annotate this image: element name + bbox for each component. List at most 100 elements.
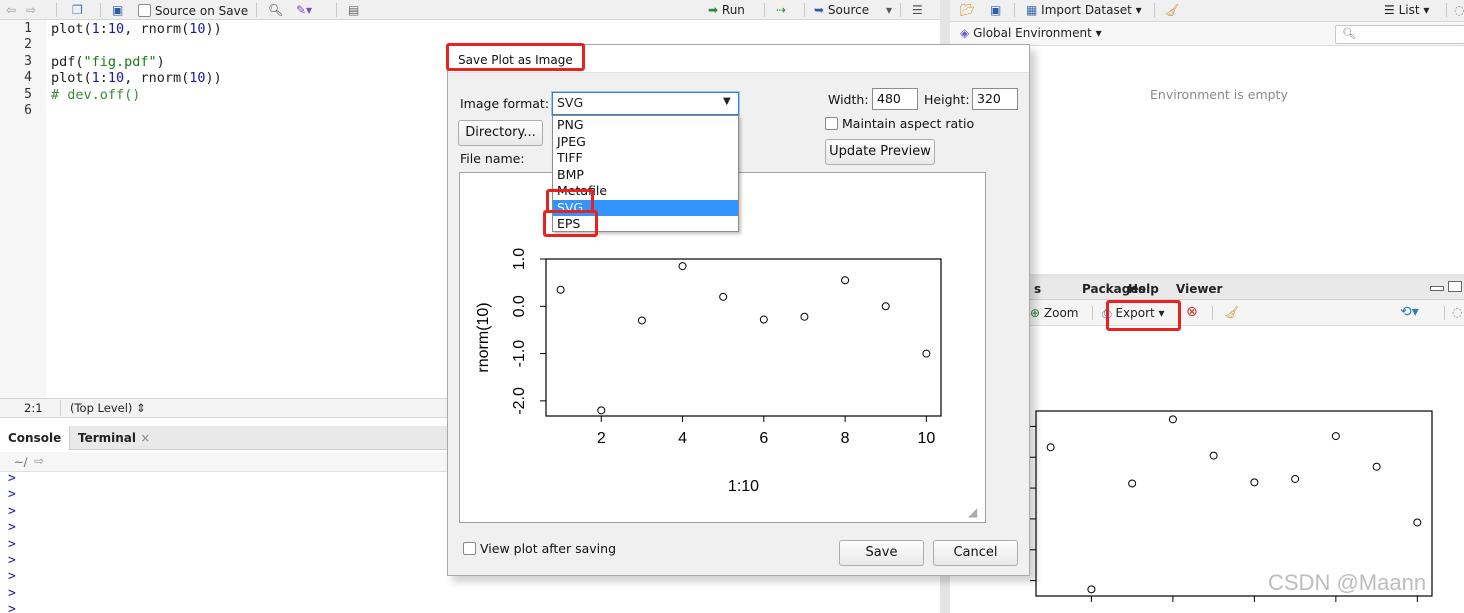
- data-point: [841, 276, 850, 285]
- resize-grip-icon[interactable]: ◢: [968, 505, 977, 519]
- tab-viewer[interactable]: Viewer: [1168, 278, 1230, 300]
- code-tools-wand-icon[interactable]: ✎▾: [296, 2, 312, 18]
- code-token: plot(: [51, 21, 92, 37]
- directory-button[interactable]: Directory...: [458, 120, 543, 146]
- data-point: [597, 406, 606, 415]
- data-point: [922, 349, 931, 358]
- tab-help[interactable]: Help: [1120, 278, 1167, 300]
- console-prompt: >: [8, 536, 16, 552]
- code-line[interactable]: plot(1:10, rnorm(10)): [51, 70, 222, 86]
- format-option-jpeg[interactable]: JPEG: [553, 134, 738, 150]
- list-icon: ☰: [1384, 3, 1395, 17]
- maintain-aspect-checkbox[interactable]: [825, 117, 838, 130]
- source-dropdown-icon[interactable]: ▾: [886, 2, 892, 18]
- tab-console[interactable]: Console: [0, 426, 71, 450]
- rerun-icon[interactable]: ⇢: [776, 2, 786, 18]
- load-workspace-icon[interactable]: 📂︎: [960, 2, 975, 18]
- outline-icon[interactable]: ☰: [912, 2, 923, 18]
- update-preview-button[interactable]: Update Preview: [825, 139, 935, 165]
- search-icon[interactable]: 🔍︎: [268, 2, 283, 18]
- code-token: 10: [107, 70, 125, 87]
- run-button[interactable]: ➡ Run: [708, 2, 745, 18]
- save-icon[interactable]: ▣: [112, 2, 123, 18]
- list-view-button[interactable]: ☰ List ▾: [1384, 2, 1429, 18]
- forward-arrow-icon[interactable]: ⇨: [26, 2, 36, 18]
- cancel-button[interactable]: Cancel: [933, 540, 1018, 566]
- height-input[interactable]: 320: [972, 88, 1018, 110]
- height-label: Height:: [924, 92, 970, 107]
- scope-updown-icon: ⇕: [136, 401, 146, 415]
- data-point: [1331, 432, 1340, 441]
- zoom-button[interactable]: ⊕ Zoom: [1030, 305, 1078, 321]
- code-token: :: [99, 21, 108, 37]
- toolbar-divider: [1444, 306, 1445, 320]
- console-prompt: >: [8, 487, 16, 503]
- broom-icon[interactable]: 🧹︎: [1164, 2, 1179, 18]
- import-dataset-button[interactable]: ▦ Import Dataset ▾: [1026, 2, 1142, 18]
- x-tick-label: 10: [917, 430, 935, 447]
- console-prompt: >: [8, 569, 16, 585]
- view-after-saving-label: View plot after saving: [480, 541, 617, 556]
- zoom-label: Zoom: [1043, 306, 1079, 320]
- line-number: 1: [24, 21, 32, 36]
- data-point: [1168, 415, 1177, 424]
- code-token: pdf(: [51, 53, 84, 70]
- line-number: 2: [24, 37, 32, 53]
- compile-report-icon[interactable]: ▤: [348, 2, 359, 18]
- maximize-pane-icon[interactable]: [1448, 281, 1462, 292]
- back-arrow-icon[interactable]: ⇦: [6, 2, 16, 18]
- run-label: Run: [721, 3, 745, 17]
- scope-selector[interactable]: (Top Level) ⇕: [70, 401, 146, 415]
- view-after-saving-checkbox[interactable]: [463, 542, 476, 555]
- status-divider: [60, 400, 61, 416]
- tab-terminal[interactable]: Terminal ×: [70, 426, 158, 450]
- code-line[interactable]: plot(1:10, rnorm(10)): [51, 21, 222, 37]
- code-line[interactable]: # dev.off(): [51, 87, 140, 103]
- scope-dropdown[interactable]: ◈ Global Environment ▾: [960, 26, 1102, 40]
- environment-search-input[interactable]: 🔍︎: [1335, 25, 1464, 44]
- publish-icon[interactable]: ⟲▾: [1400, 304, 1419, 320]
- data-point: [800, 312, 809, 321]
- annotation-box-export-button: [1106, 300, 1181, 331]
- data-point: [637, 316, 646, 325]
- data-point: [556, 285, 565, 294]
- code-token: 10: [189, 21, 206, 37]
- tab-terminal-label: Terminal: [78, 431, 137, 445]
- source-arrow-icon: ➥: [814, 3, 825, 17]
- code-token: )): [205, 21, 222, 37]
- width-label: Width:: [828, 92, 869, 107]
- refresh-icon[interactable]: ◌: [1454, 2, 1464, 18]
- toolbar-divider: [764, 3, 765, 17]
- code-token: # dev.off(): [51, 86, 141, 103]
- refresh-icon[interactable]: ◌: [1452, 304, 1462, 320]
- format-option-bmp[interactable]: BMP: [553, 167, 738, 183]
- width-input[interactable]: 480: [872, 88, 918, 110]
- save-button[interactable]: Save: [839, 540, 924, 566]
- import-dataset-label: Import Dataset: [1041, 3, 1132, 17]
- format-option-tiff[interactable]: TIFF: [553, 150, 738, 166]
- run-arrow-icon: ➡: [708, 3, 719, 17]
- source-on-save-toggle[interactable]: Source on Save: [138, 2, 248, 18]
- code-token: ): [156, 53, 165, 70]
- working-directory: ~/: [14, 455, 28, 469]
- dropdown-arrow-icon: ▼: [723, 96, 731, 107]
- search-icon: 🔍︎: [1342, 27, 1356, 40]
- source-on-save-checkbox[interactable]: [138, 4, 151, 17]
- line-number: 6: [24, 103, 32, 118]
- x-axis-label: 1:10: [728, 478, 759, 495]
- source-label: Source: [827, 3, 870, 17]
- code-line[interactable]: pdf("fig.pdf"): [51, 54, 165, 70]
- source-button[interactable]: ➥ Source: [814, 2, 869, 18]
- data-point: [1128, 479, 1137, 488]
- close-icon[interactable]: ×: [140, 431, 150, 445]
- x-tick-label: 2: [597, 430, 606, 447]
- image-format-select[interactable]: SVG ▼: [552, 92, 739, 115]
- scope-dropdown-label: Global Environment: [973, 26, 1092, 40]
- save-workspace-icon[interactable]: ▣: [990, 2, 1001, 18]
- format-option-png[interactable]: PNG: [553, 117, 738, 133]
- broom-icon[interactable]: 🧹︎: [1224, 304, 1239, 320]
- go-to-directory-icon[interactable]: ⇨: [34, 454, 44, 468]
- show-in-window-icon[interactable]: ❐: [72, 2, 83, 18]
- remove-plot-icon[interactable]: ⊗: [1186, 304, 1198, 320]
- minimize-pane-icon[interactable]: [1430, 286, 1444, 291]
